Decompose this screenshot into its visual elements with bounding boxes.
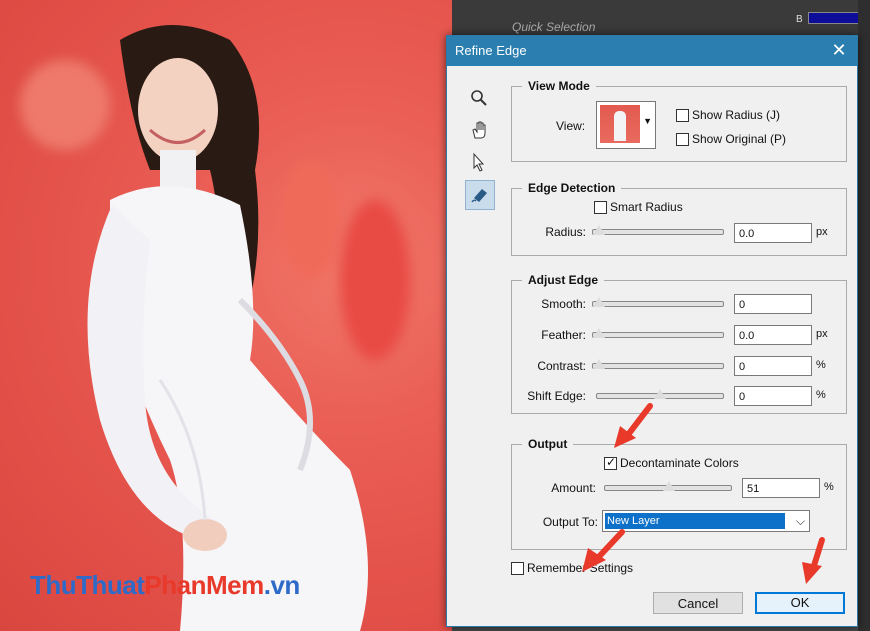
shift-edge-label: Shift Edge:	[527, 389, 586, 403]
shift-edge-input[interactable]: 0	[734, 386, 812, 406]
show-radius-checkbox[interactable]	[676, 109, 689, 122]
photoshop-toolbar: Quick Selection B	[452, 0, 870, 39]
radius-label: Radius:	[545, 225, 586, 239]
arrow-to-ok	[802, 537, 825, 584]
remember-settings-checkbox[interactable]	[511, 562, 524, 575]
dialog-title: Refine Edge	[455, 43, 527, 58]
feather-slider-thumb[interactable]	[593, 328, 605, 338]
view-thumbnail	[600, 105, 640, 143]
arrow-to-decontaminate	[614, 403, 653, 448]
feather-input[interactable]: 0.0	[734, 325, 812, 345]
feather-label: Feather:	[541, 328, 586, 342]
shift-edge-slider-thumb[interactable]	[654, 389, 666, 399]
shift-edge-unit: %	[816, 389, 826, 401]
radius-slider-thumb[interactable]	[593, 225, 605, 235]
adjust-edge-title: Adjust Edge	[522, 273, 605, 287]
smooth-label: Smooth:	[541, 297, 586, 311]
radius-unit: px	[816, 226, 828, 238]
hand-icon	[472, 121, 486, 139]
adjust-edge-group: Adjust Edge Smooth: 0 Feather: 0.0 px Co…	[511, 273, 847, 414]
smooth-input[interactable]: 0	[734, 294, 812, 314]
woman-figure	[87, 25, 368, 631]
refine-brush-icon	[471, 189, 487, 203]
feather-unit: px	[816, 328, 828, 340]
dropdown-arrow-icon: ▼	[643, 116, 652, 126]
b-channel-label: B	[796, 14, 803, 25]
edge-detection-title: Edge Detection	[522, 181, 622, 195]
contrast-label: Contrast:	[537, 359, 586, 373]
amount-slider-thumb[interactable]	[663, 481, 675, 491]
decontaminate-colors-label: Decontaminate Colors	[620, 456, 739, 470]
smooth-slider[interactable]	[592, 297, 724, 307]
close-icon[interactable]: ✕	[829, 40, 849, 61]
zoom-tool[interactable]	[465, 84, 493, 112]
smart-radius-label: Smart Radius	[610, 200, 683, 214]
amount-input[interactable]: 51	[742, 478, 820, 498]
pointer-tool[interactable]	[465, 148, 493, 176]
show-radius-label: Show Radius (J)	[692, 108, 781, 122]
shift-edge-slider[interactable]	[596, 389, 724, 399]
watermark-part1: ThuThuat	[30, 570, 145, 600]
view-mode-group: View Mode View: ▼ Show Radius (J) Show O…	[511, 79, 847, 162]
contrast-input[interactable]: 0	[734, 356, 812, 376]
right-panel-strip	[858, 0, 870, 631]
smooth-slider-thumb[interactable]	[593, 297, 605, 307]
decontaminate-colors-checkbox[interactable]	[604, 455, 617, 470]
contrast-slider[interactable]	[592, 359, 724, 369]
feather-slider[interactable]	[592, 328, 724, 338]
zoom-icon	[471, 90, 487, 106]
output-title: Output	[522, 437, 574, 451]
amount-slider[interactable]	[604, 481, 732, 491]
radius-input[interactable]: 0.0	[734, 223, 812, 243]
pointer-icon	[473, 152, 485, 172]
contrast-unit: %	[816, 359, 826, 371]
watermark-part3: .vn	[263, 570, 301, 600]
show-original-checkbox[interactable]	[676, 133, 689, 146]
edge-detection-group: Edge Detection Smart Radius Radius: 0.0 …	[511, 181, 847, 256]
view-thumbnail-select[interactable]: ▼	[596, 101, 656, 149]
smart-radius-checkbox[interactable]	[594, 201, 607, 214]
show-original-label: Show Original (P)	[692, 132, 787, 146]
watermark: ThuThuatPhanMem.vn	[30, 570, 300, 601]
ok-button[interactable]: OK	[755, 592, 845, 614]
view-label: View:	[556, 119, 586, 133]
refine-radius-tool[interactable]	[465, 180, 495, 210]
quick-selection-label[interactable]: Quick Selection	[512, 20, 595, 34]
arrow-to-output-to	[582, 529, 625, 572]
tool-column	[465, 84, 497, 214]
chevron-down-icon: ⌵	[795, 514, 805, 528]
amount-label: Amount:	[551, 481, 596, 495]
view-mode-title: View Mode	[522, 79, 596, 93]
contrast-slider-thumb[interactable]	[593, 359, 605, 369]
dialog-titlebar[interactable]: Refine Edge ✕	[447, 36, 857, 66]
hand-tool[interactable]	[465, 116, 493, 144]
amount-unit: %	[824, 481, 834, 493]
photo-canvas	[0, 0, 452, 631]
radius-slider[interactable]	[592, 225, 724, 235]
watermark-part2: PhanMem	[144, 570, 264, 600]
cancel-button[interactable]: Cancel	[653, 592, 743, 614]
